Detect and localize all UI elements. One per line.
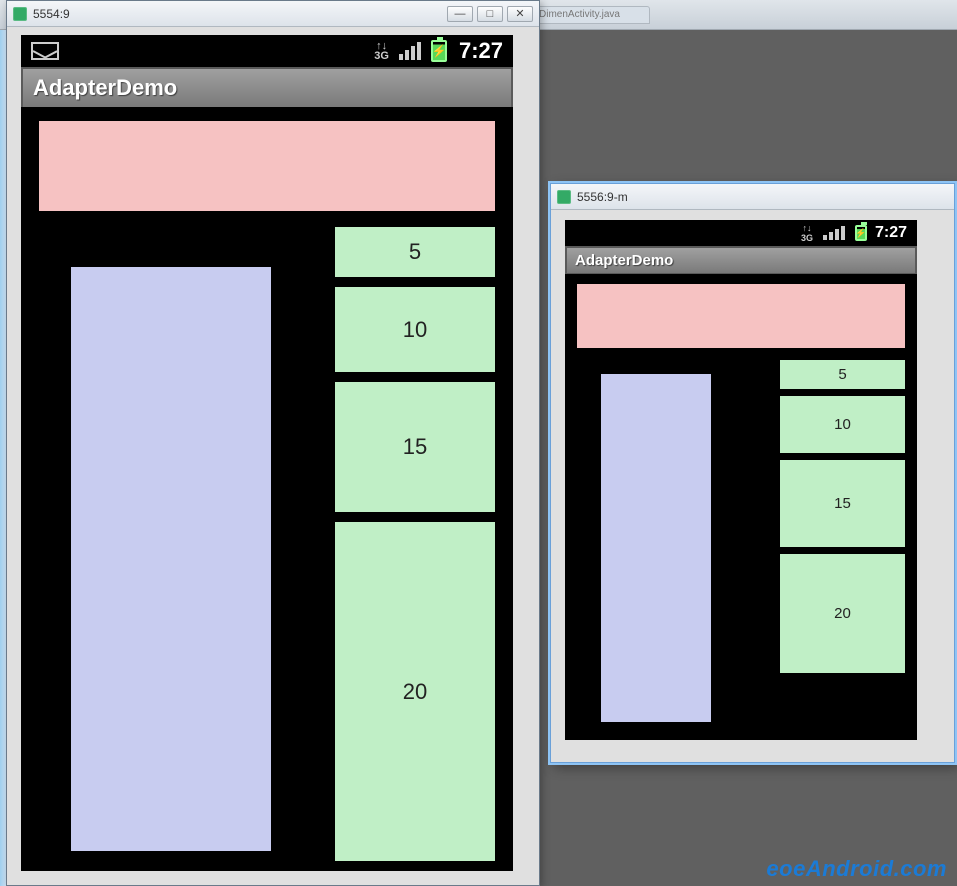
left-panel: [601, 374, 711, 722]
emulator-window-small[interactable]: 5556:9-m ↑↓ 3G ⚡ 7:27 AdapterDemo 5 10 1…: [550, 183, 955, 763]
window-title: 5554:9: [33, 7, 70, 21]
value-list: 5 10 15 20: [335, 227, 495, 871]
emulator-body: ↑↓ 3G ⚡ 7:27 AdapterDemo 5 10 15 20: [551, 210, 954, 762]
android-phone-screen[interactable]: ↑↓ 3G ⚡ 7:27 AdapterDemo 5 10 15 20: [21, 35, 513, 871]
app-titlebar: AdapterDemo: [565, 246, 917, 275]
close-button[interactable]: ✕: [507, 6, 533, 22]
battery-charging-icon: ⚡: [431, 40, 447, 62]
app-content: 5 10 15 20: [565, 274, 917, 740]
window-title: 5556:9-m: [577, 190, 628, 204]
android-phone-screen[interactable]: ↑↓ 3G ⚡ 7:27 AdapterDemo 5 10 15 20: [565, 220, 917, 740]
list-item[interactable]: 15: [335, 382, 495, 522]
android-statusbar[interactable]: ↑↓ 3G ⚡ 7:27: [565, 220, 917, 246]
signal-icon: [399, 42, 421, 60]
value-list: 5 10 15 20: [780, 360, 905, 740]
list-item[interactable]: 20: [780, 554, 905, 680]
app-titlebar: AdapterDemo: [21, 67, 513, 109]
network-3g-icon: ↑↓ 3G: [374, 41, 389, 61]
watermark-text: eoeAndroid.com: [766, 856, 947, 882]
minimize-button[interactable]: —: [447, 6, 473, 22]
emulator-icon: [13, 7, 27, 21]
top-panel: [39, 121, 495, 211]
list-item[interactable]: 10: [335, 287, 495, 382]
battery-charging-icon: ⚡: [855, 225, 867, 241]
statusbar-clock: 7:27: [875, 224, 907, 242]
list-item[interactable]: 15: [780, 460, 905, 554]
emulator-icon: [557, 190, 571, 204]
android-statusbar[interactable]: ↑↓ 3G ⚡ 7:27: [21, 35, 513, 67]
emulator-window-large[interactable]: 5554:9 — □ ✕ ↑↓ 3G ⚡ 7:27 AdapterDemo: [6, 0, 540, 886]
window-titlebar[interactable]: 5556:9-m: [551, 184, 954, 210]
statusbar-clock: 7:27: [459, 38, 503, 64]
app-content: 5 10 15 20: [21, 107, 513, 871]
ide-tab[interactable]: DimenActivity.java: [530, 6, 650, 24]
mail-icon: [31, 42, 59, 60]
list-item[interactable]: 5: [780, 360, 905, 396]
signal-icon: [823, 226, 845, 240]
list-item[interactable]: 10: [780, 396, 905, 460]
network-3g-icon: ↑↓ 3G: [801, 223, 813, 243]
window-titlebar[interactable]: 5554:9 — □ ✕: [7, 1, 539, 27]
list-item[interactable]: 5: [335, 227, 495, 287]
top-panel: [577, 284, 905, 348]
list-item[interactable]: 20: [335, 522, 495, 871]
left-panel: [71, 267, 271, 851]
maximize-button[interactable]: □: [477, 6, 503, 22]
emulator-body: ↑↓ 3G ⚡ 7:27 AdapterDemo 5 10 15 20: [7, 27, 539, 885]
